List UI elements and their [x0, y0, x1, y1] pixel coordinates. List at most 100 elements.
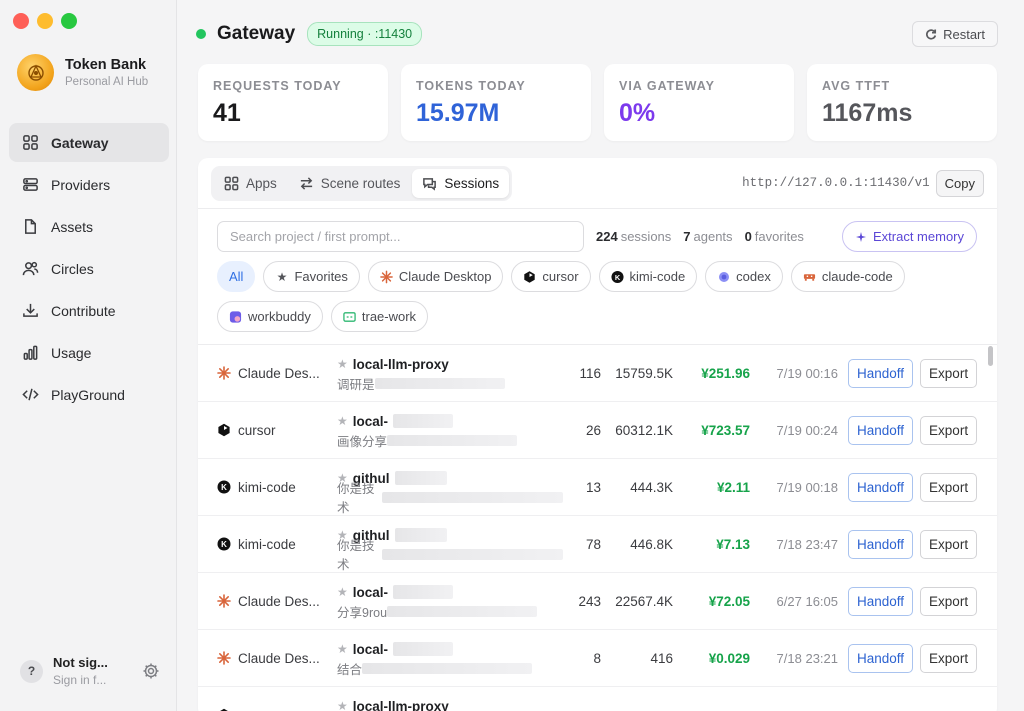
sidebar-item-playground[interactable]: PlayGround: [9, 375, 169, 414]
handoff-button[interactable]: Handoff: [848, 415, 914, 445]
session-title-cell: ★ local- 结合: [335, 641, 563, 677]
tab-sessions[interactable]: Sessions: [412, 168, 510, 198]
session-title: local-llm-proxy: [352, 698, 449, 711]
session-search-input[interactable]: [217, 221, 584, 252]
token-count: 444.3K: [630, 479, 673, 495]
stat-card-requests: REQUESTS TODAY 41: [198, 64, 388, 141]
stat-value: 15.97M: [416, 99, 500, 127]
session-list: Claude Des... ★ local-llm-proxy 调研是 116 15759…: [198, 344, 997, 711]
export-button[interactable]: Export: [920, 415, 978, 445]
close-window-button[interactable]: [13, 13, 29, 29]
minimize-window-button[interactable]: [37, 13, 53, 29]
app-window: Token Bank Personal AI Hub Gateway Provi…: [0, 0, 1024, 711]
filter-chip-claude-code[interactable]: claude-code: [790, 261, 905, 292]
claude-icon: [217, 594, 231, 608]
sidebar-item-label: Usage: [51, 344, 92, 361]
window-controls: [13, 13, 77, 29]
filter-chip-claude-desktop[interactable]: Claude Desktop: [367, 261, 504, 292]
export-button[interactable]: Export: [920, 586, 978, 616]
users-icon: [22, 261, 39, 276]
sessions-count: 224 sessions: [596, 229, 672, 244]
table-row[interactable]: Claude Des... ★ local- 分享9rou 243 22567.4K ¥72…: [198, 573, 997, 630]
filter-chip-favorites[interactable]: ★ Favorites: [263, 261, 360, 292]
session-time: 7/18 23:21: [776, 650, 838, 666]
restart-button[interactable]: Restart: [912, 21, 998, 47]
handoff-button[interactable]: Handoff: [848, 529, 914, 559]
redacted-block: [393, 642, 454, 656]
filter-chip-label: All: [229, 269, 244, 284]
filter-chip-codex[interactable]: codex: [705, 261, 783, 292]
sidebar-item-gateway[interactable]: Gateway: [9, 123, 169, 162]
sidebar-item-label: Assets: [51, 218, 94, 235]
sidebar-item-label: Gateway: [51, 134, 109, 151]
account-subtitle: Sign in f...: [53, 673, 107, 687]
app-subtitle: Personal AI Hub: [65, 76, 149, 88]
redacted-block: [394, 471, 447, 485]
token-count: 60312.1K: [615, 422, 673, 438]
favorite-star-icon[interactable]: ★: [337, 699, 348, 711]
session-counts: 224 sessions 7 agents 0 favorites: [596, 229, 804, 244]
export-button[interactable]: Export: [920, 529, 978, 559]
favorite-star-icon[interactable]: ★: [337, 357, 348, 371]
stats-row: REQUESTS TODAY 41 TOKENS TODAY 15.97M VI…: [198, 64, 997, 141]
session-cost: ¥251.96: [701, 365, 750, 381]
table-row[interactable]: cursor ★ local- 画像分享 26 60312.1K ¥723.57 7/19 0…: [198, 402, 997, 459]
token-count: 22567.4K: [615, 593, 673, 609]
sidebar-item-usage[interactable]: Usage: [9, 333, 169, 372]
tab-label: Sessions: [444, 175, 500, 191]
sidebar-item-assets[interactable]: Assets: [9, 207, 169, 246]
session-cost: ¥0.029: [708, 650, 750, 666]
export-button[interactable]: Export: [920, 358, 978, 388]
session-agent: cursor: [198, 423, 335, 438]
tab-scene-routes[interactable]: Scene routes: [289, 169, 411, 198]
tab-apps[interactable]: Apps: [214, 169, 287, 198]
filter-chip-all[interactable]: All: [217, 261, 256, 292]
settings-button[interactable]: [142, 662, 160, 680]
filter-chip-cursor[interactable]: cursor: [511, 261, 591, 292]
table-row[interactable]: Kkimi-code ★ githul 你是技术 78 446.8K ¥7.13 7/18 2…: [198, 516, 997, 573]
session-agent: Kkimi-code: [198, 537, 335, 552]
session-first-prompt: 分享9rou: [337, 605, 388, 620]
export-button[interactable]: Export: [920, 643, 978, 673]
filter-chip-label: Claude Desktop: [398, 269, 492, 284]
sparkle-icon: [855, 231, 866, 242]
account-area[interactable]: ? Not sig... Sign in f...: [20, 655, 160, 687]
copy-endpoint-button[interactable]: Copy: [935, 169, 984, 197]
session-cost: ¥72.05: [708, 593, 750, 609]
favorite-star-icon[interactable]: ★: [337, 585, 348, 599]
app-name: Token Bank: [65, 57, 147, 73]
redacted-block: [382, 491, 563, 503]
agent-name: Claude Des...: [238, 365, 320, 381]
filter-chip-kimi-code[interactable]: Kkimi-code: [598, 261, 698, 292]
favorite-star-icon[interactable]: ★: [337, 642, 348, 656]
handoff-button[interactable]: Handoff: [848, 472, 914, 502]
filter-chip-label: claude-code: [821, 269, 893, 284]
tab-label: Apps: [246, 175, 277, 191]
handoff-button[interactable]: Handoff: [848, 358, 914, 388]
sidebar-item-circles[interactable]: Circles: [9, 249, 169, 288]
favorite-star-icon[interactable]: ★: [337, 414, 348, 428]
brand: Token Bank Personal AI Hub: [17, 54, 148, 91]
kimi-icon: K: [217, 480, 231, 494]
redacted-block: [393, 585, 454, 599]
list-scrollbar[interactable]: [988, 346, 993, 366]
handoff-button[interactable]: Handoff: [848, 586, 914, 616]
session-first-prompt: 画像分享: [337, 434, 388, 449]
zoom-window-button[interactable]: [61, 13, 77, 29]
sidebar-item-label: Providers: [51, 176, 111, 193]
export-button[interactable]: Export: [920, 472, 978, 502]
filter-chip-trae-work[interactable]: trae-work: [330, 301, 429, 332]
agent-name: cursor: [238, 422, 276, 438]
filter-chip-workbuddy[interactable]: workbuddy: [217, 301, 323, 332]
avatar: ?: [20, 659, 43, 683]
sidebar-item-contribute[interactable]: Contribute: [9, 291, 169, 330]
token-count: 15759.5K: [615, 365, 673, 381]
table-row[interactable]: Kkimi-code ★ githul 你是技术 13 444.3K ¥2.11 7/19 0…: [198, 459, 997, 516]
table-row[interactable]: ★ local-llm-proxy: [198, 687, 997, 711]
table-row[interactable]: Claude Des... ★ local- 结合 8 416 ¥0.029 7/18 23:…: [198, 630, 997, 687]
extract-memory-button[interactable]: Extract memory: [841, 221, 977, 252]
table-row[interactable]: Claude Des... ★ local-llm-proxy 调研是 116 15759…: [198, 345, 997, 402]
sidebar-item-providers[interactable]: Providers: [9, 165, 169, 204]
claude-icon: [217, 366, 231, 380]
handoff-button[interactable]: Handoff: [848, 643, 914, 673]
